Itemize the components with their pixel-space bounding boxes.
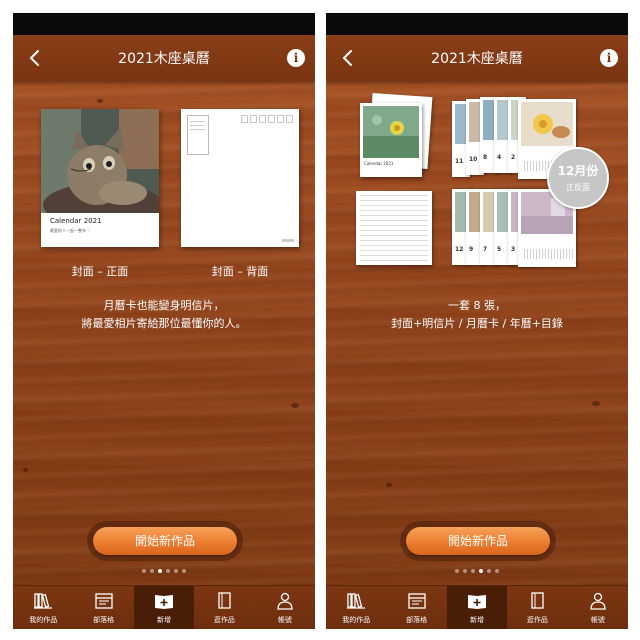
description-line: 月曆卡也能變身明信片，: [103, 299, 225, 312]
status-bar: [326, 13, 628, 35]
wood-knot: [592, 401, 600, 406]
calendar-cover-front-card: Calendar 2021 最愛的人一起一整年 ♡: [41, 109, 159, 247]
description-line: 封面+明信片 / 月曆卡 / 年曆+目錄: [391, 317, 563, 330]
badge-side: 正反面: [566, 183, 590, 192]
page-indicator: [13, 569, 315, 573]
page-dot[interactable]: [487, 569, 491, 573]
page-title: 2021木座桌曆: [118, 51, 210, 67]
page-dot[interactable]: [166, 569, 170, 573]
postcode-boxes: [241, 115, 293, 123]
nav-item-account[interactable]: 帳號: [255, 586, 315, 629]
wood-knot: [97, 99, 103, 103]
page-dot[interactable]: [471, 569, 475, 573]
nav-item-blog[interactable]: 部落格: [73, 586, 133, 629]
info-icon[interactable]: i: [287, 49, 305, 67]
page-dot-active[interactable]: [158, 569, 162, 573]
front-caption: 封面 – 正面: [71, 265, 129, 278]
nav-item-browse[interactable]: 逛作品: [194, 586, 254, 629]
wood-knot: [386, 483, 392, 487]
description: 一套 8 張， 封面+明信片 / 月曆卡 / 年曆+目錄: [326, 297, 628, 333]
bottom-nav: 我的作品 部落格 新增 逛作品 帳號: [326, 585, 628, 629]
page-title: 2021木座桌曆: [431, 51, 523, 67]
month-number: 11: [455, 158, 464, 165]
month-number: 2: [511, 154, 516, 161]
nav-label: 帳號: [590, 616, 605, 624]
page-indicator: [326, 569, 628, 573]
description-line: 將最愛相片寄給那位最懂你的人。: [81, 317, 247, 330]
back-caption: 封面 – 背面: [211, 265, 269, 278]
blog-icon: [94, 593, 113, 609]
page-dot-active[interactable]: [479, 569, 483, 573]
back-logo-mark: [282, 239, 294, 242]
nav-label: 我的作品: [342, 616, 371, 624]
month-number: 12: [455, 246, 464, 253]
account-icon: [277, 592, 293, 610]
month-number: 4: [497, 154, 502, 161]
nav-label: 逛作品: [526, 616, 548, 624]
page-dot[interactable]: [463, 569, 467, 573]
top-bar: 2021木座桌曆 i: [326, 35, 628, 81]
description-line: 一套 8 張，: [448, 299, 506, 312]
add-book-icon: [468, 595, 487, 609]
page-dot[interactable]: [174, 569, 178, 573]
month-number: 10: [469, 156, 478, 163]
cat-photo: [41, 109, 159, 213]
blog-icon: [407, 593, 426, 609]
badge-month: 12月份: [557, 164, 599, 178]
nav-item-new[interactable]: 新增: [446, 586, 508, 629]
tea-photo: [521, 102, 573, 146]
start-new-project-button[interactable]: 開始新作品: [93, 527, 237, 555]
wood-knot: [291, 403, 299, 408]
month-number: 7: [483, 246, 488, 253]
nav-item-browse[interactable]: 逛作品: [507, 586, 567, 629]
month-number: 3: [511, 246, 516, 253]
nav-label: 新增: [470, 616, 485, 624]
nav-label: 部落格: [406, 616, 428, 624]
bookshelf-icon: [347, 593, 366, 609]
wood-knot: [23, 468, 28, 472]
bookshelf-icon: [34, 593, 53, 609]
nav-item-my-works[interactable]: 我的作品: [13, 586, 73, 629]
start-new-project-button[interactable]: 開始新作品: [406, 527, 550, 555]
page-dot[interactable]: [182, 569, 186, 573]
info-icon[interactable]: i: [600, 49, 618, 67]
phone-screen-left: 2021木座桌曆 i Calendar 2021 最愛的人一起一整年 ♡ 封面 …: [13, 13, 315, 629]
calendar-cover-back-card: [181, 109, 299, 247]
month-number: 9: [469, 246, 474, 253]
top-bar: 2021木座桌曆 i: [13, 35, 315, 81]
page-dot[interactable]: [150, 569, 154, 573]
nav-item-blog[interactable]: 部落格: [386, 586, 446, 629]
nav-label: 我的作品: [29, 616, 58, 624]
add-book-icon: [155, 595, 174, 609]
page-dot[interactable]: [495, 569, 499, 573]
month-number: 8: [483, 154, 488, 161]
nav-label: 逛作品: [213, 616, 235, 624]
account-icon: [590, 592, 606, 610]
nav-label: 部落格: [93, 616, 115, 624]
calendar-title: Calendar 2021: [50, 217, 102, 225]
polaroid-calendar-title: Calendar 2021: [364, 161, 394, 166]
nav-item-new[interactable]: 新增: [133, 586, 195, 629]
year-calendar-sheet: [356, 191, 432, 265]
description: 月曆卡也能變身明信片， 將最愛相片寄給那位最懂你的人。: [13, 297, 315, 333]
month-grid: [524, 249, 573, 259]
nav-label: 新增: [157, 616, 172, 624]
flower-photo: [363, 106, 419, 158]
page-dot[interactable]: [455, 569, 459, 573]
browse-book-icon: [531, 592, 545, 609]
bottom-nav: 我的作品 部落格 新增 逛作品 帳號: [13, 585, 315, 629]
month-number: 5: [497, 246, 502, 253]
nav-item-my-works[interactable]: 我的作品: [326, 586, 386, 629]
year-calendar-grid: [360, 195, 428, 261]
stamp-lines: [190, 121, 205, 133]
calendar-subtitle: 最愛的人一起一整年 ♡: [50, 228, 91, 233]
status-bar: [13, 13, 315, 35]
nav-label: 帳號: [277, 616, 292, 624]
phone-screen-right: 2021木座桌曆 i Calendar 2021 11 10 8 4 2 12 …: [326, 13, 628, 629]
page-dot[interactable]: [142, 569, 146, 573]
cover-print: Calendar 2021: [360, 103, 422, 177]
month-badge: 12月份 正反面: [547, 147, 609, 209]
browse-book-icon: [218, 592, 232, 609]
nav-item-account[interactable]: 帳號: [568, 586, 628, 629]
